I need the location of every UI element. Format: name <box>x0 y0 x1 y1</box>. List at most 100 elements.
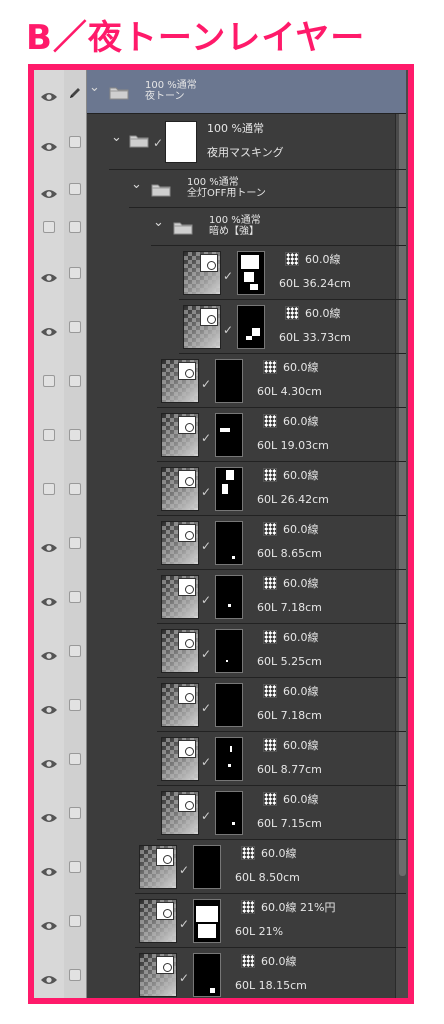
edit-toggle[interactable] <box>69 429 81 441</box>
tone-layer-icon <box>178 524 196 542</box>
layer-row[interactable]: ⌄ 100 %通常 夜トーン <box>34 70 406 114</box>
layer-mask-thumbnail <box>193 899 221 943</box>
eye-icon[interactable] <box>40 916 58 930</box>
edit-toggle[interactable] <box>69 537 81 549</box>
layer-name: 60L 36.24cm <box>279 277 351 290</box>
edit-toggle[interactable] <box>69 753 81 765</box>
pen-icon[interactable] <box>68 85 82 99</box>
edit-toggle[interactable] <box>69 267 81 279</box>
edit-toggle[interactable] <box>69 861 81 873</box>
layer-content[interactable]: ⌄ ✓ 100 %通常 夜用マスキング <box>109 114 406 170</box>
layer-row[interactable]: ✓ 60.0線 60L 7.15cm <box>34 786 406 840</box>
layer-content[interactable]: ⌄ 100 %通常 夜トーン <box>87 70 406 114</box>
mask-spot <box>210 988 215 993</box>
layer-mask-thumbnail <box>215 683 243 727</box>
layer-content[interactable]: ✓ 60.0線 60L 7.18cm <box>157 678 406 732</box>
edit-toggle[interactable] <box>69 375 81 387</box>
layer-content[interactable]: ✓ 60.0線 60L 19.03cm <box>157 408 406 462</box>
edit-toggle[interactable] <box>69 183 81 195</box>
eye-icon[interactable] <box>40 538 58 552</box>
mask-spot <box>232 556 235 559</box>
layer-blend-mode: 100 %通常 <box>209 215 261 226</box>
chevron-down-icon[interactable]: ⌄ <box>89 80 100 95</box>
edit-toggle[interactable] <box>69 969 81 981</box>
tone-layer-icon <box>178 794 196 812</box>
visibility-toggle[interactable] <box>43 375 55 387</box>
layer-content[interactable]: ✓ 60.0線 60L 8.50cm <box>135 840 406 894</box>
tone-pattern-icon <box>263 414 277 428</box>
layer-mask-thumbnail <box>215 359 243 403</box>
layer-row[interactable]: ⌄ 100 %通常 暗め【強】 <box>34 208 406 246</box>
edit-toggle[interactable] <box>69 645 81 657</box>
layer-row[interactable]: ✓ 60.0線 60L 7.18cm <box>34 570 406 624</box>
edit-toggle[interactable] <box>69 591 81 603</box>
chevron-down-icon[interactable]: ⌄ <box>131 177 142 192</box>
eye-icon[interactable] <box>40 322 58 336</box>
layer-row[interactable]: ✓ 60.0線 60L 5.25cm <box>34 624 406 678</box>
layer-row[interactable]: ⌄ 100 %通常 全灯OFF用トーン <box>34 170 406 208</box>
layer-content[interactable]: ✓ 60.0線 60L 36.24cm <box>179 246 406 300</box>
eye-icon[interactable] <box>40 184 58 198</box>
layer-row[interactable]: ✓ 60.0線 60L 8.50cm <box>34 840 406 894</box>
layer-name: 60L 8.77cm <box>257 763 322 776</box>
edit-toggle[interactable] <box>69 699 81 711</box>
layer-content[interactable]: ✓ 60.0線 60L 8.65cm <box>157 516 406 570</box>
visibility-toggle[interactable] <box>43 429 55 441</box>
tone-pattern-icon <box>241 954 255 968</box>
tone-pattern-icon <box>263 576 277 590</box>
layer-blend-mode: 100 %通常 <box>145 80 197 91</box>
layer-row[interactable]: ✓ 60.0線 60L 7.18cm <box>34 678 406 732</box>
layer-row[interactable]: ✓ 60.0線 60L 26.42cm <box>34 462 406 516</box>
edit-toggle[interactable] <box>69 221 81 233</box>
layer-thumbnail <box>139 899 177 943</box>
eye-icon[interactable] <box>40 87 58 101</box>
edit-toggle[interactable] <box>69 483 81 495</box>
layer-content[interactable]: ✓ 60.0線 60L 5.25cm <box>157 624 406 678</box>
layer-name: 60L 7.18cm <box>257 601 322 614</box>
layer-row[interactable]: ✓ 60.0線 60L 36.24cm <box>34 246 406 300</box>
eye-icon[interactable] <box>40 268 58 282</box>
tone-line-setting: 60.0線 <box>283 793 319 806</box>
layer-thumbnail <box>161 521 199 565</box>
layer-row[interactable]: ✓ 60.0線 21%円 60L 21% <box>34 894 406 948</box>
layer-content[interactable]: ⌄ 100 %通常 全灯OFF用トーン <box>129 170 406 208</box>
eye-icon[interactable] <box>40 862 58 876</box>
layer-content[interactable]: ✓ 60.0線 60L 7.18cm <box>157 570 406 624</box>
layer-row[interactable]: ⌄ ✓ 100 %通常 夜用マスキング <box>34 114 406 170</box>
layer-content[interactable]: ⌄ 100 %通常 暗め【強】 <box>151 208 406 246</box>
layer-row[interactable]: ✓ 60.0線 60L 18.15cm <box>34 948 406 998</box>
layer-content[interactable]: ✓ 60.0線 21%円 60L 21% <box>135 894 406 948</box>
layer-content[interactable]: ✓ 60.0線 60L 7.15cm <box>157 786 406 840</box>
edit-toggle[interactable] <box>69 915 81 927</box>
layer-content[interactable]: ✓ 60.0線 60L 4.30cm <box>157 354 406 408</box>
eye-icon[interactable] <box>40 970 58 984</box>
layer-content[interactable]: ✓ 60.0線 60L 26.42cm <box>157 462 406 516</box>
eye-icon[interactable] <box>40 646 58 660</box>
layer-row[interactable]: ✓ 60.0線 60L 8.65cm <box>34 516 406 570</box>
visibility-toggle[interactable] <box>43 483 55 495</box>
layer-row[interactable]: ✓ 60.0線 60L 33.73cm <box>34 300 406 354</box>
layer-row[interactable]: ✓ 60.0線 60L 19.03cm <box>34 408 406 462</box>
eye-icon[interactable] <box>40 137 58 151</box>
chevron-down-icon[interactable]: ⌄ <box>153 215 164 230</box>
layer-row[interactable]: ✓ 60.0線 60L 8.77cm <box>34 732 406 786</box>
visibility-toggle[interactable] <box>43 221 55 233</box>
tone-layer-icon <box>178 416 196 434</box>
mask-spot <box>246 336 252 340</box>
chevron-down-icon[interactable]: ⌄ <box>111 130 122 145</box>
layer-content[interactable]: ✓ 60.0線 60L 33.73cm <box>179 300 406 354</box>
edit-toggle[interactable] <box>69 807 81 819</box>
eye-icon[interactable] <box>40 592 58 606</box>
eye-icon[interactable] <box>40 808 58 822</box>
layer-content[interactable]: ✓ 60.0線 60L 8.77cm <box>157 732 406 786</box>
layer-row[interactable]: ✓ 60.0線 60L 4.30cm <box>34 354 406 408</box>
layer-content[interactable]: ✓ 60.0線 60L 18.15cm <box>135 948 406 998</box>
eye-icon[interactable] <box>40 700 58 714</box>
mask-spot <box>198 924 216 938</box>
tone-pattern-icon <box>263 630 277 644</box>
eye-icon[interactable] <box>40 754 58 768</box>
folder-icon <box>129 133 149 148</box>
edit-toggle[interactable] <box>69 136 81 148</box>
edit-toggle[interactable] <box>69 321 81 333</box>
layer-mask-thumbnail <box>215 629 243 673</box>
